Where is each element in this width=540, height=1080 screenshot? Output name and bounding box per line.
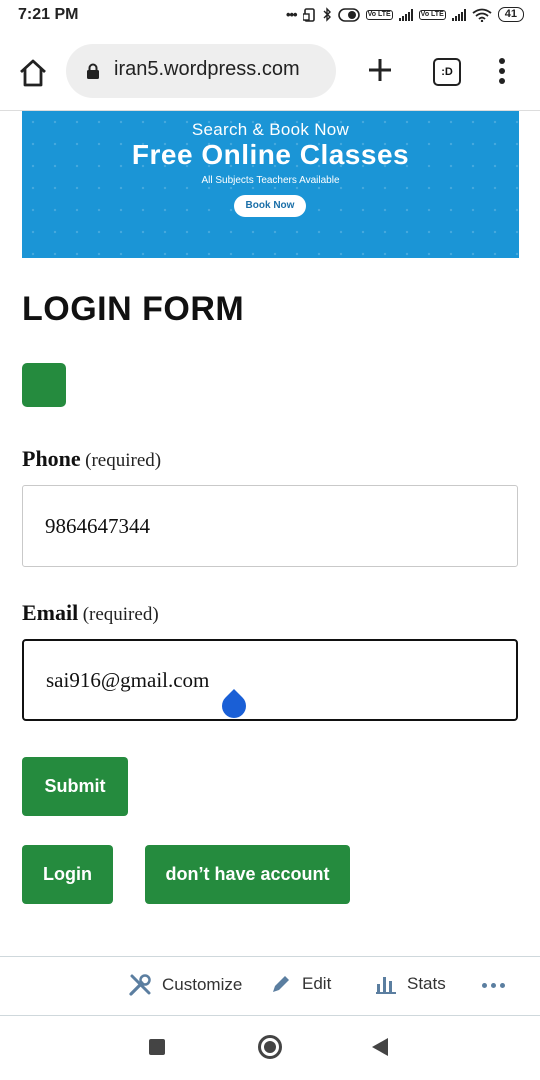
signal-icon	[398, 8, 413, 21]
bar-chart-icon	[376, 977, 396, 994]
signal-icon-2	[451, 8, 466, 21]
phone-label-text: Phone	[22, 446, 81, 471]
edit-label: Edit	[302, 974, 332, 993]
phone-input[interactable]: 9864647344	[22, 485, 518, 567]
pencil-icon	[273, 976, 289, 992]
lock-icon	[87, 63, 99, 79]
email-required-text: (required)	[82, 604, 159, 625]
stats-label: Stats	[407, 974, 446, 993]
url-text[interactable]: iran5.wordpress.com	[114, 58, 300, 81]
customize-label: Customize	[162, 975, 243, 994]
page-title: LOGIN FORM	[22, 290, 245, 328]
green-block	[22, 363, 66, 407]
stats-button[interactable]: Stats	[375, 973, 446, 995]
email-label-text: Email	[22, 600, 79, 625]
phone-label: Phone (required)	[22, 446, 161, 472]
no-account-button[interactable]: don’t have account	[145, 845, 350, 904]
home-nav-icon[interactable]	[258, 1035, 282, 1059]
email-input[interactable]: sai916@gmail.com	[22, 639, 518, 721]
tools-icon	[129, 974, 151, 996]
status-icons: ••• Vo LTE Vo LTE 41	[286, 7, 524, 22]
status-time: 7:21 PM	[18, 6, 79, 23]
browser-toolbar: iran5.wordpress.com :D	[0, 34, 540, 111]
status-bar: 7:21 PM ••• Vo LTE Vo LTE 41	[0, 0, 540, 34]
system-nav-bar	[0, 1017, 540, 1080]
wifi-icon	[472, 8, 492, 22]
more-notifications-icon: •••	[285, 7, 298, 22]
admin-bar: Customize Edit Stats	[0, 956, 540, 1016]
back-icon[interactable]	[372, 1038, 388, 1056]
bluetooth-icon	[323, 7, 331, 22]
book-now-button[interactable]: Book Now	[234, 195, 306, 217]
battery-icon: 41	[497, 7, 524, 22]
home-icon[interactable]	[16, 56, 50, 90]
volte-icon: Vo LTE	[365, 9, 393, 20]
more-horiz-icon[interactable]	[482, 983, 505, 988]
email-label: Email (required)	[22, 600, 159, 626]
edit-button[interactable]: Edit	[270, 973, 331, 995]
new-tab-button[interactable]	[364, 54, 396, 86]
more-vert-icon[interactable]	[492, 56, 512, 86]
screen-rotation-icon	[302, 7, 315, 22]
banner-title: Free Online Classes	[131, 139, 410, 170]
volte-icon-2: Vo LTE	[418, 9, 446, 20]
plus-icon	[369, 59, 391, 81]
address-bar[interactable]: iran5.wordpress.com	[66, 44, 336, 98]
banner-caption: All Subjects Teachers Available	[201, 175, 340, 186]
banner-subtitle: Search & Book Now	[191, 120, 350, 139]
submit-button[interactable]: Submit	[22, 757, 128, 816]
tab-switcher-button[interactable]: :D	[433, 58, 461, 86]
phone-required-text: (required)	[85, 450, 162, 471]
toggle-icon	[337, 7, 360, 22]
customize-button[interactable]: Customize	[128, 973, 242, 997]
login-button[interactable]: Login	[22, 845, 113, 904]
promo-banner[interactable]: Search & Book Now Free Online Classes Al…	[22, 111, 519, 258]
recent-apps-icon[interactable]	[149, 1039, 165, 1055]
